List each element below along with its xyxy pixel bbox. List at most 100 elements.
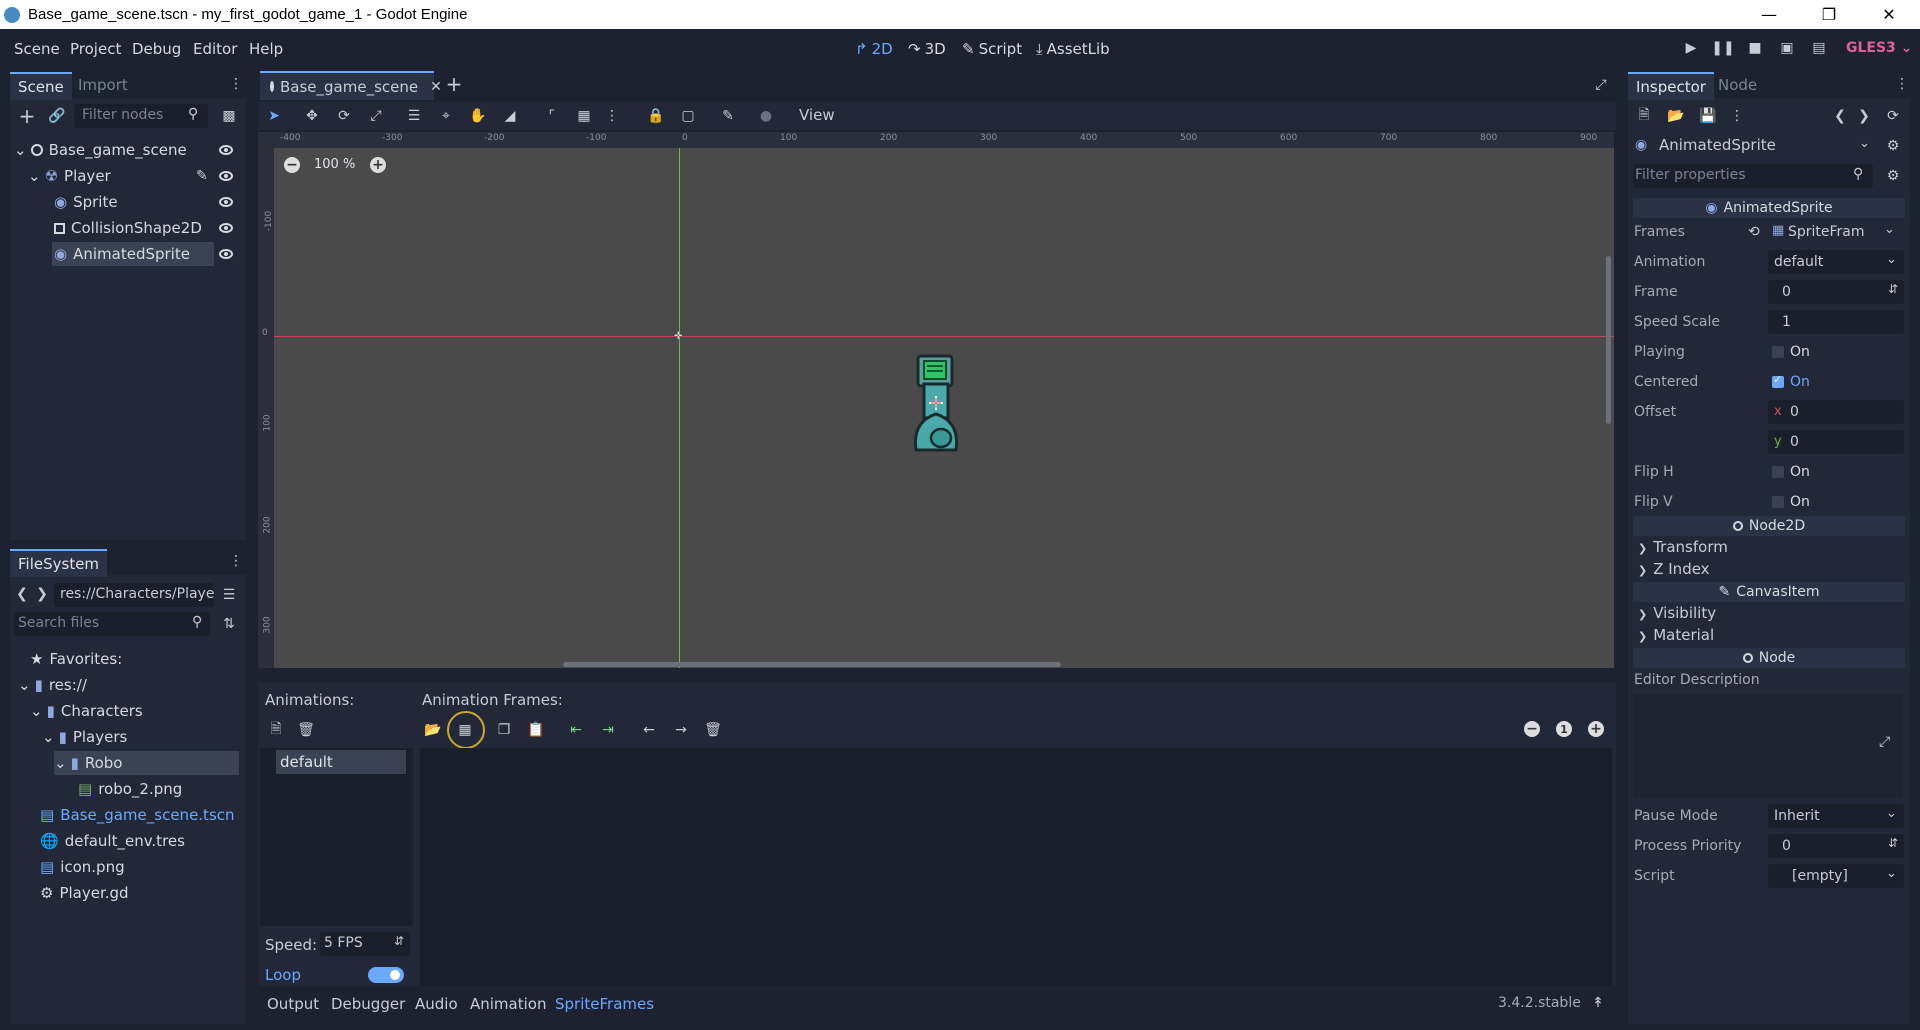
restore-icon[interactable]: ❐ <box>1800 0 1858 29</box>
view-menu[interactable]: View <box>799 106 835 124</box>
play-icon[interactable]: ▶ <box>1683 40 1699 56</box>
menu-debug[interactable]: Debug <box>132 40 181 58</box>
bottom-tab-output[interactable]: Output <box>267 995 319 1013</box>
bottom-tab-debugger[interactable]: Debugger <box>331 995 405 1013</box>
animation-item-default[interactable]: default <box>276 750 406 774</box>
dock-menu-icon[interactable]: ⋮ <box>1895 76 1909 92</box>
history-forward-icon[interactable]: ❯ <box>1856 107 1872 125</box>
fs-res-root[interactable]: ⌄ ▮ res:// <box>18 673 87 697</box>
prop-flip-h-checkbox[interactable]: On <box>1772 462 1810 480</box>
prop-speed-scale-value[interactable]: 1 <box>1768 310 1904 334</box>
tab-inspector[interactable]: Inspector <box>1628 72 1714 100</box>
prop-frame-value[interactable]: 0 ⇵ <box>1768 280 1904 304</box>
list-select-icon[interactable]: ☰ <box>404 106 424 126</box>
distraction-free-icon[interactable]: ⤢ <box>1592 76 1610 94</box>
tab-filesystem[interactable]: FileSystem <box>10 549 108 577</box>
prop-script-value[interactable]: [empty] ⌄ <box>1768 864 1904 888</box>
sprite-sheet-icon[interactable]: ▦ <box>456 721 474 739</box>
smart-snap-icon[interactable]: ⌜ <box>542 106 562 126</box>
fs-robo[interactable]: ⌄ ▮ Robo <box>54 751 239 775</box>
zoom-in-icon[interactable]: + <box>370 157 386 173</box>
visibility-eye-icon[interactable] <box>219 171 233 181</box>
filter-properties-input[interactable]: Filter properties ⚲ <box>1633 164 1873 188</box>
loop-toggle[interactable] <box>368 967 404 983</box>
fs-base-game-scene[interactable]: ▤ Base_game_scene.tscn <box>40 803 235 827</box>
stop-icon[interactable]: ■ <box>1747 40 1763 56</box>
bone-icon[interactable]: ✎ <box>718 106 738 126</box>
link-icon[interactable]: 🔗 <box>48 107 66 125</box>
fs-icon-png[interactable]: ▤ icon.png <box>40 855 125 879</box>
move-right-icon[interactable]: → <box>672 721 690 739</box>
filesystem-path-field[interactable]: res://Characters/Playe <box>54 583 214 607</box>
zoom-out-icon[interactable]: − <box>1524 721 1540 737</box>
property-tools-icon[interactable]: ⚙ <box>1884 167 1902 185</box>
object-history-icon[interactable]: ⟳ <box>1884 107 1902 125</box>
visibility-eye-icon[interactable] <box>219 197 233 207</box>
zoom-out-icon[interactable]: − <box>284 157 300 173</box>
ruler-tool-icon[interactable]: ◢ <box>500 106 520 126</box>
menu-editor[interactable]: Editor <box>193 40 237 58</box>
select-tool-icon[interactable]: ➤ <box>264 106 284 126</box>
frames-area[interactable] <box>420 748 1612 986</box>
copy-frame-icon[interactable]: ❐ <box>495 721 513 739</box>
expand-panel-icon[interactable]: ↟ <box>1590 995 1606 1011</box>
fs-player-gd[interactable]: ⚙ Player.gd <box>40 881 129 905</box>
visibility-eye-icon[interactable] <box>219 145 233 155</box>
pause-icon[interactable]: ❚❚ <box>1711 40 1734 56</box>
bottom-tab-spriteframes[interactable]: SpriteFrames <box>555 995 654 1013</box>
mode-assetlib-button[interactable]: ⤓ AssetLib <box>1036 40 1110 58</box>
dock-menu-icon[interactable]: ⋮ <box>229 76 243 92</box>
scale-tool-icon[interactable]: ⤢ <box>366 106 386 126</box>
bottom-tab-animation[interactable]: Animation <box>470 995 546 1013</box>
move-left-icon[interactable]: ← <box>640 721 658 739</box>
bottom-tab-audio[interactable]: Audio <box>415 995 458 1013</box>
add-node-icon[interactable]: + <box>18 104 36 128</box>
minimize-icon[interactable]: — <box>1740 0 1798 29</box>
forward-icon[interactable]: ❯ <box>36 586 48 602</box>
filter-nodes-input[interactable]: Filter nodes ⚲ <box>74 104 208 128</box>
insert-empty-after-icon[interactable]: ⇥ <box>599 721 617 739</box>
play-custom-scene-icon[interactable]: ▤ <box>1811 40 1827 56</box>
play-scene-icon[interactable]: ▣ <box>1779 40 1795 56</box>
tree-node-collisionshape2d[interactable]: CollisionShape2D <box>54 216 240 240</box>
fs-default-env[interactable]: 🌐 default_env.tres <box>40 829 185 853</box>
vertical-scrollbar[interactable] <box>1606 256 1611 424</box>
delete-frame-icon[interactable]: 🗑 <box>704 721 722 739</box>
pan-tool-icon[interactable]: ✋ <box>468 106 488 126</box>
tree-node-animatedsprite[interactable]: ◉ AnimatedSprite <box>52 242 214 266</box>
prop-centered-checkbox[interactable]: On <box>1772 372 1810 390</box>
prop-frames-value[interactable]: ▦ SpriteFram ⌄ <box>1770 220 1904 244</box>
tree-node-sprite[interactable]: ◉ Sprite <box>54 190 240 214</box>
close-icon[interactable]: ✕ <box>1860 0 1918 29</box>
back-icon[interactable]: ❮ <box>16 586 28 602</box>
sort-icon[interactable]: ⇅ <box>220 616 238 632</box>
lock-icon[interactable]: 🔒 <box>646 106 666 126</box>
prop-flip-v-checkbox[interactable]: On <box>1772 492 1810 510</box>
group-z-index[interactable]: ❯ Z Index <box>1638 560 1710 578</box>
new-animation-icon[interactable]: 🗎 <box>267 721 285 739</box>
mode-3d-button[interactable]: ↷ 3D <box>908 40 946 58</box>
expand-icon[interactable]: ⤢ <box>1879 734 1890 750</box>
prop-playing-checkbox[interactable]: On <box>1772 342 1810 360</box>
search-files-input[interactable]: Search files ⚲ <box>14 612 210 636</box>
tab-base-game-scene[interactable]: Base_game_scene ✕ <box>260 71 442 100</box>
tree-node-base-game-scene[interactable]: ⌄ Base_game_scene <box>14 138 240 162</box>
renderer-selector[interactable]: GLES3 ⌄ <box>1846 40 1912 56</box>
camera-override-icon[interactable]: ● <box>756 106 776 126</box>
script-attached-icon[interactable]: ✎ <box>196 168 208 184</box>
close-tab-icon[interactable]: ✕ <box>430 79 442 95</box>
tab-node[interactable]: Node <box>1710 72 1765 98</box>
tree-node-player[interactable]: ⌄ ☢ Player <box>28 164 240 188</box>
move-tool-icon[interactable]: ✥ <box>302 106 322 126</box>
group-icon[interactable]: ▢ <box>678 106 698 126</box>
rotate-tool-icon[interactable]: ⟳ <box>334 106 354 126</box>
fs-players[interactable]: ⌄ ▮ Players <box>42 725 127 749</box>
tab-import[interactable]: Import <box>70 72 136 98</box>
speed-spinbox[interactable]: 5 FPS ⇵ <box>320 932 410 956</box>
menu-help[interactable]: Help <box>249 40 283 58</box>
fs-characters[interactable]: ⌄ ▮ Characters <box>30 699 143 723</box>
zoom-level[interactable]: 100 % <box>314 157 355 172</box>
dock-menu-icon[interactable]: ⋮ <box>229 553 243 569</box>
history-back-icon[interactable]: ❮ <box>1832 107 1848 125</box>
prop-offset-y[interactable]: y 0 <box>1768 430 1904 454</box>
